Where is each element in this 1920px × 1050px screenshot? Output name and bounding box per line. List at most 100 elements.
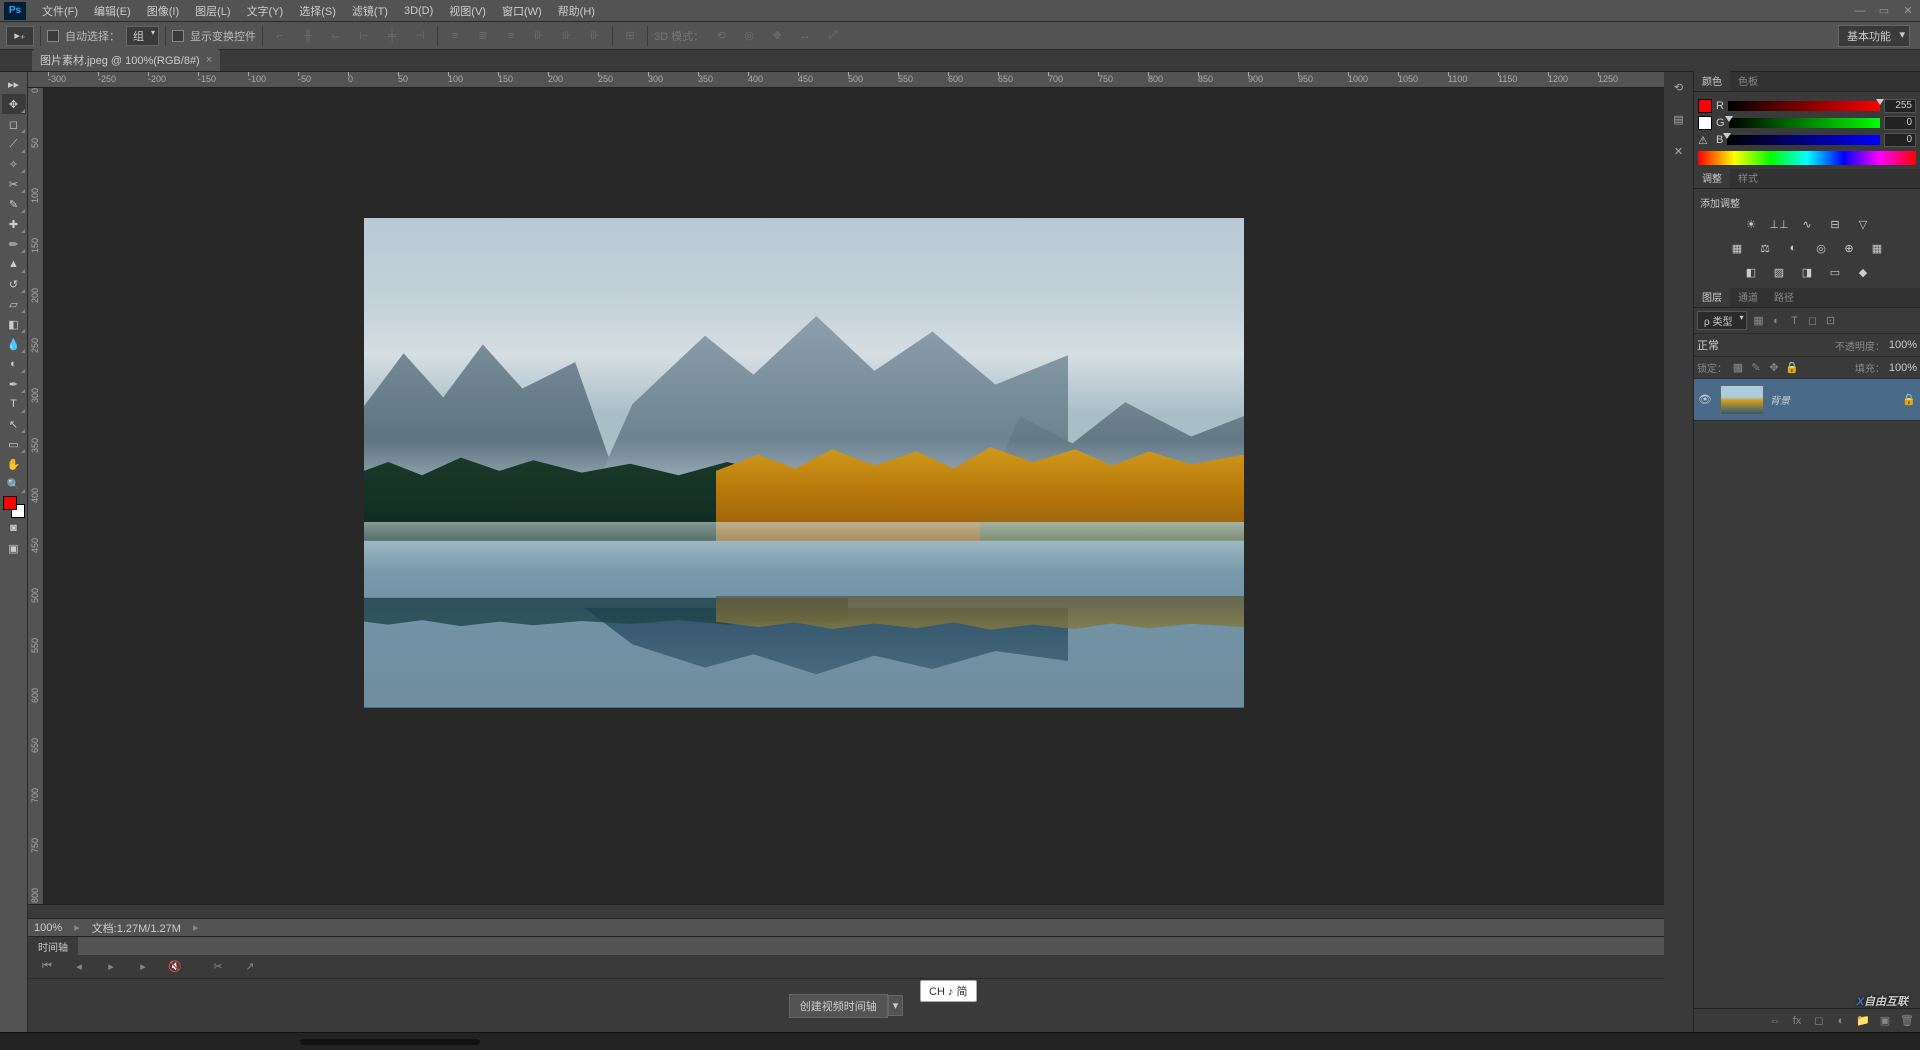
color-spectrum[interactable] <box>1698 151 1916 165</box>
g-value[interactable]: 0 <box>1884 116 1916 130</box>
fg-color-well[interactable] <box>1698 99 1712 113</box>
layer-item[interactable]: 👁 背景 🔒 <box>1694 379 1920 421</box>
bottom-slider[interactable] <box>300 1039 480 1045</box>
brush-tool[interactable]: ✏ <box>2 234 26 254</box>
split-icon[interactable]: ✂ <box>207 957 229 977</box>
menu-help[interactable]: 帮助(H) <box>550 0 603 22</box>
move-tool[interactable]: ✥ <box>2 94 26 114</box>
workspace-dropdown[interactable]: 基本功能 <box>1838 25 1910 47</box>
curves-icon[interactable]: ∿ <box>1798 216 1816 232</box>
auto-select-checkbox[interactable] <box>47 30 59 42</box>
tab-styles[interactable]: 样式 <box>1730 167 1766 188</box>
r-slider[interactable] <box>1728 101 1880 111</box>
path-select-tool[interactable]: ↖ <box>2 414 26 434</box>
menu-3d[interactable]: 3D(D) <box>396 0 441 22</box>
hand-tool[interactable]: ✋ <box>2 454 26 474</box>
menu-view[interactable]: 视图(V) <box>441 0 494 22</box>
layer-fx-icon[interactable]: fx <box>1790 1014 1804 1028</box>
filter-smart-icon[interactable]: ⊡ <box>1823 314 1837 328</box>
type-tool[interactable]: T <box>2 394 26 414</box>
align-hcenter-icon[interactable]: ╪ <box>381 26 403 46</box>
auto-select-dropdown[interactable]: 组 <box>126 26 159 46</box>
color-balance-icon[interactable]: ⚖ <box>1756 240 1774 256</box>
new-group-icon[interactable]: 📁 <box>1856 1014 1870 1028</box>
play-icon[interactable]: ▸ <box>100 957 122 977</box>
fg-color-swatch[interactable] <box>3 496 17 510</box>
menu-select[interactable]: 选择(S) <box>291 0 344 22</box>
color-lookup-icon[interactable]: ▦ <box>1868 240 1886 256</box>
bw-icon[interactable]: ◐ <box>1784 240 1802 256</box>
filter-type-icon[interactable]: T <box>1787 314 1801 328</box>
3d-pan-icon[interactable]: ✥ <box>766 26 788 46</box>
minimize-button[interactable]: — <box>1848 0 1872 22</box>
pen-tool[interactable]: ✒ <box>2 374 26 394</box>
levels-icon[interactable]: ⊥⊥ <box>1770 216 1788 232</box>
history-brush-tool[interactable]: ↺ <box>2 274 26 294</box>
tab-paths[interactable]: 路径 <box>1766 286 1802 307</box>
close-icon[interactable]: × <box>206 54 212 66</box>
layer-name[interactable]: 背景 <box>1770 392 1896 407</box>
zoom-level[interactable]: 100% <box>34 922 62 934</box>
3d-slide-icon[interactable]: ↔ <box>794 26 816 46</box>
next-frame-icon[interactable]: ▸ <box>132 957 154 977</box>
3d-roll-icon[interactable]: ◎ <box>738 26 760 46</box>
vibrance-icon[interactable]: ▽ <box>1854 216 1872 232</box>
distribute-left-icon[interactable]: ⊪ <box>528 26 550 46</box>
filter-pixel-icon[interactable]: ▦ <box>1751 314 1765 328</box>
distribute-vcenter-icon[interactable]: ≣ <box>472 26 494 46</box>
link-layers-icon[interactable]: ⇔ <box>1768 1014 1782 1028</box>
bg-color-well[interactable] <box>1698 116 1712 130</box>
layer-filter-dropdown[interactable]: ρ 类型 <box>1697 311 1747 330</box>
history-icon[interactable]: ⟲ <box>1669 78 1689 96</box>
blur-tool[interactable]: 💧 <box>2 334 26 354</box>
distribute-hcenter-icon[interactable]: ⊪ <box>556 26 578 46</box>
new-layer-icon[interactable]: ▣ <box>1878 1014 1892 1028</box>
posterize-icon[interactable]: ▨ <box>1770 264 1788 280</box>
channel-mixer-icon[interactable]: ⊕ <box>1840 240 1858 256</box>
show-transform-checkbox[interactable] <box>172 30 184 42</box>
filter-shape-icon[interactable]: ◻ <box>1805 314 1819 328</box>
stamp-tool[interactable]: ▲ <box>2 254 26 274</box>
tab-channels[interactable]: 通道 <box>1730 286 1766 307</box>
distribute-bottom-icon[interactable]: ≡ <box>500 26 522 46</box>
layer-mask-icon[interactable]: ◻ <box>1812 1014 1826 1028</box>
timeline-tab[interactable]: 时间轴 <box>28 937 78 955</box>
align-left-icon[interactable]: ⊢ <box>353 26 375 46</box>
lasso-tool[interactable]: ⟋ <box>2 134 26 154</box>
eyedropper-tool[interactable]: ✎ <box>2 194 26 214</box>
threshold-icon[interactable]: ◨ <box>1798 264 1816 280</box>
exposure-icon[interactable]: ⊟ <box>1826 216 1844 232</box>
document-tab[interactable]: 图片素材.jpeg @ 100%(RGB/8#) × <box>32 49 220 71</box>
b-slider[interactable] <box>1727 135 1880 145</box>
healing-tool[interactable]: ✚ <box>2 214 26 234</box>
crop-tool[interactable]: ✂ <box>2 174 26 194</box>
filter-adjust-icon[interactable]: ◐ <box>1769 314 1783 328</box>
transition-icon[interactable]: ↗ <box>239 957 261 977</box>
prev-frame-icon[interactable]: ◂ <box>68 957 90 977</box>
menu-file[interactable]: 文件(F) <box>34 0 86 22</box>
zoom-tool[interactable]: 🔍 <box>2 474 26 494</box>
gradient-tool[interactable]: ◧ <box>2 314 26 334</box>
status-arrow-icon[interactable]: ▸ <box>193 921 199 934</box>
g-slider[interactable] <box>1729 118 1880 128</box>
opacity-value[interactable]: 100% <box>1889 339 1917 351</box>
menu-image[interactable]: 图像(I) <box>139 0 187 22</box>
b-value[interactable]: 0 <box>1884 133 1916 147</box>
invert-icon[interactable]: ◧ <box>1742 264 1760 280</box>
distribute-right-icon[interactable]: ⊪ <box>584 26 606 46</box>
tab-adjustments[interactable]: 调整 <box>1694 167 1730 188</box>
delete-layer-icon[interactable]: 🗑 <box>1900 1014 1914 1028</box>
dodge-tool[interactable]: ◐ <box>2 354 26 374</box>
menu-filter[interactable]: 滤镜(T) <box>344 0 396 22</box>
lock-move-icon[interactable]: ✥ <box>1767 361 1781 375</box>
close-button[interactable]: ✕ <box>1896 0 1920 22</box>
tab-color[interactable]: 颜色 <box>1694 70 1730 91</box>
video-dropdown-button[interactable]: ▾ <box>888 995 904 1016</box>
align-right-icon[interactable]: ⊣ <box>409 26 431 46</box>
color-swatches[interactable] <box>3 496 25 518</box>
create-video-timeline-button[interactable]: 创建视频时间轴 <box>789 994 888 1018</box>
selective-color-icon[interactable]: ◆ <box>1854 264 1872 280</box>
align-bottom-icon[interactable]: ⌙ <box>325 26 347 46</box>
first-frame-icon[interactable]: ⏮ <box>36 957 58 977</box>
eraser-tool[interactable]: ▱ <box>2 294 26 314</box>
